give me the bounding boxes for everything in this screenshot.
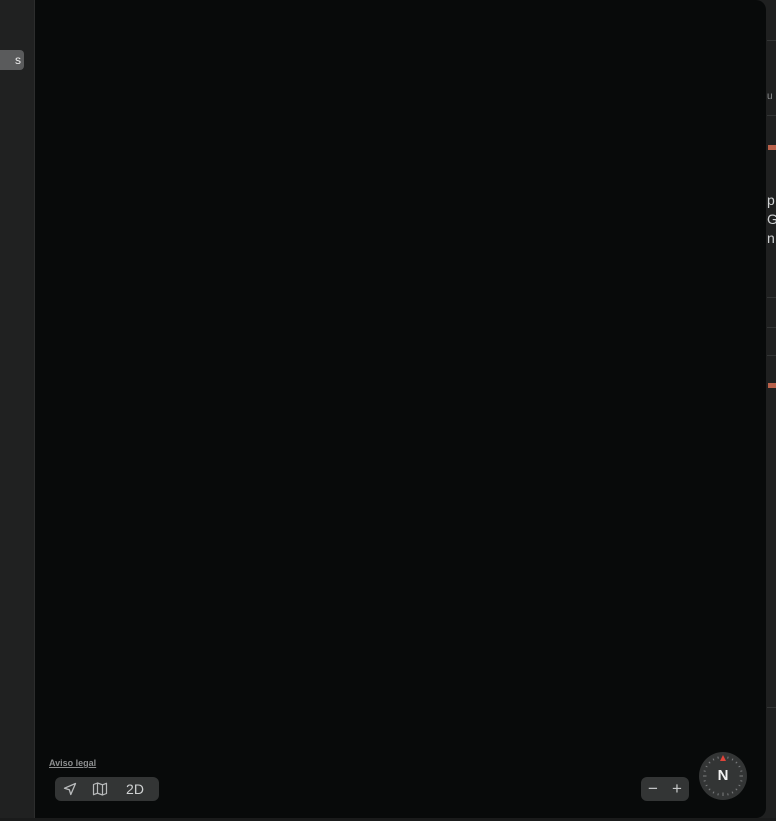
map-icon: [92, 782, 108, 796]
right-panel: u p G n: [767, 0, 776, 821]
sidebar: s: [0, 0, 35, 821]
divider: [767, 707, 776, 708]
accent-marker: [768, 145, 776, 150]
map-view-toolbar: 2D: [55, 777, 159, 801]
current-location-button[interactable]: [55, 777, 85, 801]
app-window: s Aviso legal 2D − + N u p G n: [0, 0, 776, 821]
panel-text-line: G: [767, 211, 776, 227]
zoom-in-button[interactable]: +: [665, 777, 689, 801]
map-canvas[interactable]: Aviso legal 2D − + N: [35, 0, 766, 818]
map-type-button[interactable]: [85, 777, 115, 801]
divider: [767, 355, 776, 356]
compass-button[interactable]: N: [699, 752, 747, 800]
compass-north-label: N: [717, 767, 729, 784]
divider: [767, 297, 776, 298]
zoom-out-button[interactable]: −: [641, 777, 665, 801]
location-arrow-icon: [63, 782, 77, 796]
divider: [767, 115, 776, 116]
panel-header-fragment: u: [767, 91, 773, 102]
view-mode-2d-button[interactable]: 2D: [115, 777, 155, 801]
panel-text-line: p: [767, 192, 775, 208]
legal-notice-link[interactable]: Aviso legal: [49, 758, 96, 768]
sidebar-chip-button[interactable]: s: [0, 50, 24, 70]
divider: [767, 327, 776, 328]
divider: [767, 40, 776, 41]
zoom-controls: − +: [641, 777, 689, 801]
panel-text-line: n: [767, 230, 775, 246]
accent-marker: [768, 383, 776, 388]
